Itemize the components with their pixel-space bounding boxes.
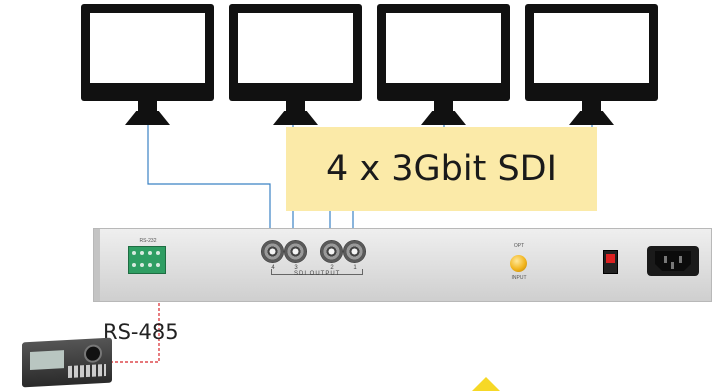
sdi-cable-monitor-1: [147, 125, 271, 238]
joystick-icon: [84, 344, 102, 364]
power-switch: [603, 250, 618, 274]
terminal-screw: [148, 263, 152, 267]
bnc-connector-1: [343, 240, 366, 263]
power-inlet-socket: [647, 246, 699, 276]
power-rocker: [606, 254, 615, 263]
keyboard-keys: [68, 363, 106, 378]
bnc-connector-4: [261, 240, 284, 263]
rs485-label: RS-485: [103, 320, 179, 344]
terminal-screw: [156, 251, 160, 255]
terminal-screw: [140, 251, 144, 255]
power-pin: [679, 256, 682, 263]
power-pin: [664, 256, 667, 263]
power-pin: [671, 262, 674, 269]
bnc-connector-2: [320, 240, 343, 263]
led-top-label: OPT: [513, 243, 525, 249]
sdi-label-box: 4 x 3Gbit SDI: [286, 127, 597, 211]
terminal-legend: RS-232: [139, 238, 157, 244]
terminal-screw: [140, 263, 144, 267]
terminal-screw: [132, 251, 136, 255]
ptz-keyboard-controller: [22, 337, 112, 388]
rs485-terminal-block: [128, 246, 166, 274]
device-rear-panel: RS-232 4 3 2 1 SDI OUTPUT OPT INPUT: [93, 228, 712, 302]
terminal-screw: [132, 263, 136, 267]
terminal-screw: [156, 263, 160, 267]
terminal-screw: [148, 251, 152, 255]
sdi-output-label: SDI OUTPUT: [294, 271, 341, 277]
panel-edge: [94, 229, 100, 301]
bnc-connector-3: [284, 240, 307, 263]
keyboard-display: [30, 350, 64, 370]
led-bottom-label: INPUT: [511, 275, 527, 281]
input-indicator-button: [510, 255, 527, 272]
